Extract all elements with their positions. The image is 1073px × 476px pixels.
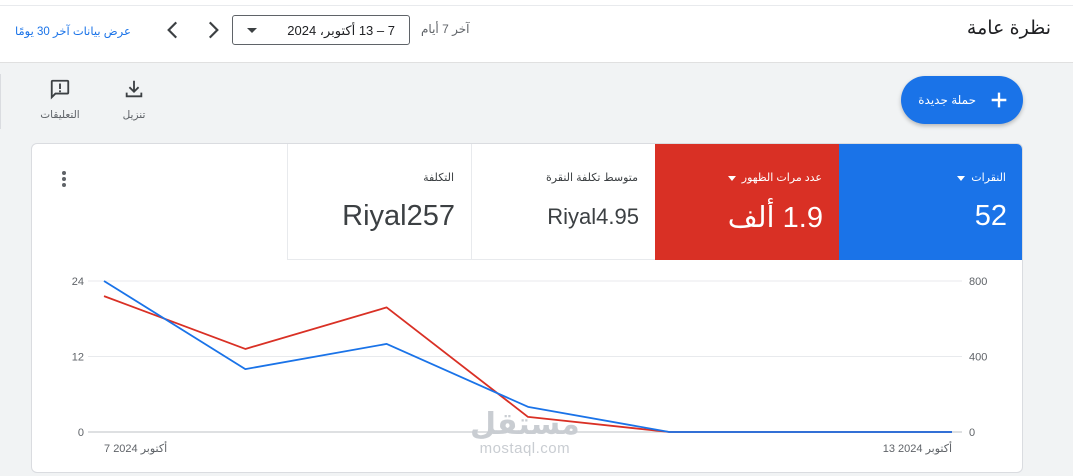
right-axis-tick-label: 800 bbox=[969, 276, 987, 288]
top-bar: نظرة عامة آخر 7 أيام 7 – 13 أكتوبر، 2024… bbox=[0, 0, 1073, 63]
metric-impressions-value: 1.9 ألف bbox=[727, 202, 823, 234]
watermark: مستقل mostaql.com bbox=[470, 408, 580, 458]
x-axis-tick-label: 13 أكتوبر 2024 bbox=[883, 441, 952, 455]
chevron-left-icon[interactable] bbox=[160, 17, 186, 43]
right-axis-tick-label: 0 bbox=[969, 427, 975, 439]
metric-cost-label: التكلفة bbox=[423, 172, 454, 184]
caret-down-icon bbox=[727, 175, 736, 181]
top-divider bbox=[0, 5, 1073, 6]
metric-cost[interactable]: التكلفة Riyal257 bbox=[287, 144, 471, 260]
feedback-button[interactable]: التعليقات bbox=[30, 78, 90, 121]
feedback-label: التعليقات bbox=[40, 109, 80, 121]
metric-avg-cpc[interactable]: متوسط تكلفة النقرة Riyal4.95 bbox=[471, 144, 655, 260]
toolbar-divider bbox=[0, 74, 1, 129]
left-axis-tick-label: 0 bbox=[78, 427, 84, 439]
metric-avg-cpc-value: Riyal4.95 bbox=[547, 204, 639, 229]
dropdown-caret-icon bbox=[247, 28, 257, 33]
x-axis-tick-label: 7 أكتوبر 2024 bbox=[104, 441, 167, 455]
page-title: نظرة عامة bbox=[966, 18, 1051, 39]
left-axis-tick-label: 24 bbox=[72, 276, 84, 288]
download-icon bbox=[125, 80, 143, 98]
metric-cost-value: Riyal257 bbox=[342, 200, 455, 232]
right-axis-tick-label: 400 bbox=[969, 352, 987, 364]
chevron-right-icon[interactable] bbox=[200, 17, 226, 43]
download-label: تنزيل bbox=[122, 109, 146, 121]
more-options-icon[interactable] bbox=[60, 171, 68, 193]
date-range-dropdown[interactable]: 7 – 13 أكتوبر، 2024 bbox=[232, 15, 410, 45]
metric-avg-cpc-label: متوسط تكلفة النقرة bbox=[545, 172, 638, 184]
plus-icon bbox=[991, 92, 1007, 108]
metric-impressions[interactable]: عدد مرات الظهور 1.9 ألف bbox=[655, 144, 839, 260]
download-button[interactable]: تنزيل bbox=[104, 78, 164, 121]
metric-clicks-value: 52 bbox=[974, 200, 1007, 232]
feedback-icon bbox=[50, 79, 70, 100]
watermark-latin: mostaql.com bbox=[479, 440, 571, 457]
view-30-days-link[interactable]: عرض بيانات آخر 30 يومًا bbox=[15, 24, 131, 38]
date-range-value: 7 – 13 أكتوبر، 2024 bbox=[287, 23, 395, 38]
metric-clicks-label: النقرات bbox=[971, 172, 1006, 184]
metric-clicks[interactable]: النقرات 52 bbox=[839, 144, 1022, 260]
watermark-arabic: مستقل bbox=[470, 408, 580, 441]
caret-down-icon bbox=[957, 175, 966, 181]
date-range-label: آخر 7 أيام bbox=[421, 22, 470, 36]
left-axis-tick-label: 12 bbox=[72, 352, 84, 364]
new-campaign-button[interactable]: حملة جديدة bbox=[901, 76, 1023, 124]
metric-impressions-label: عدد مرات الظهور bbox=[741, 172, 822, 184]
new-campaign-label: حملة جديدة bbox=[918, 93, 976, 107]
